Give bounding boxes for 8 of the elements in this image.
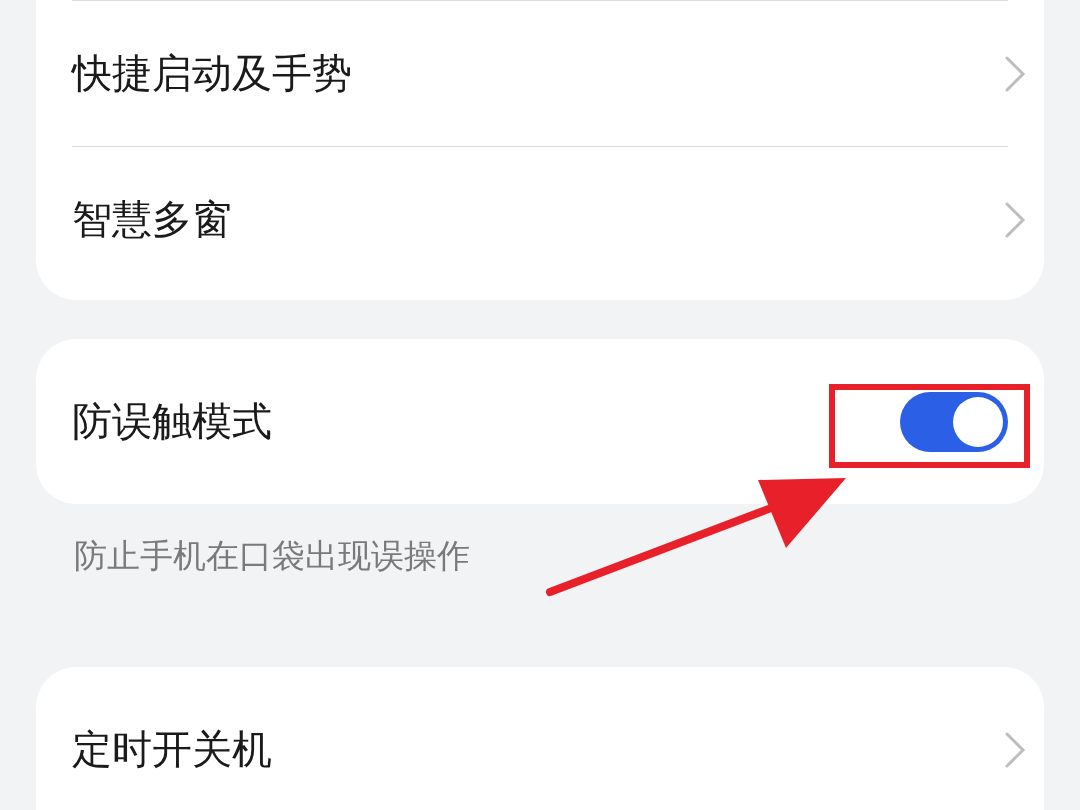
setting-label: 定时开关机 (72, 725, 272, 774)
setting-label: 防误触模式 (72, 397, 272, 446)
chevron-right-icon (1004, 730, 1026, 769)
chevron-right-icon (1004, 200, 1026, 239)
chevron-right-icon (1004, 54, 1026, 93)
setting-description: 防止手机在口袋出现误操作 (74, 535, 470, 577)
setting-label: 智慧多窗 (72, 195, 232, 244)
setting-label: 快捷启动及手势 (72, 49, 352, 98)
